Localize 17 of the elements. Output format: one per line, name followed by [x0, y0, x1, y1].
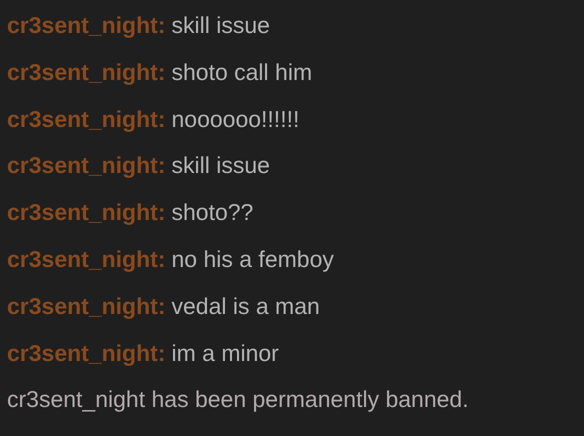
chat-message: no his a femboy	[171, 244, 334, 274]
chat-message: skill issue	[171, 151, 270, 180]
username[interactable]: cr3sent_night:	[7, 142, 166, 190]
username[interactable]: cr3sent_night:	[7, 2, 166, 49]
username[interactable]: cr3sent_night:	[7, 48, 166, 96]
username[interactable]: cr3sent_night:	[7, 330, 166, 376]
chat-message: im a minor	[171, 338, 279, 368]
chat-message: shoto call him	[171, 58, 312, 87]
ban-notice: cr3sent_night has been permanently banned.	[7, 386, 469, 412]
username[interactable]: cr3sent_night:	[7, 236, 166, 283]
username[interactable]: cr3sent_night:	[7, 189, 166, 236]
username[interactable]: cr3sent_night:	[7, 96, 166, 142]
username[interactable]: cr3sent_night:	[7, 282, 166, 330]
chat-message: vedal is a man	[171, 292, 320, 321]
chat-message: noooooo!!!!!!	[171, 104, 300, 134]
chat-message: skill issue	[171, 11, 270, 40]
chat-message: shoto??	[171, 198, 254, 228]
